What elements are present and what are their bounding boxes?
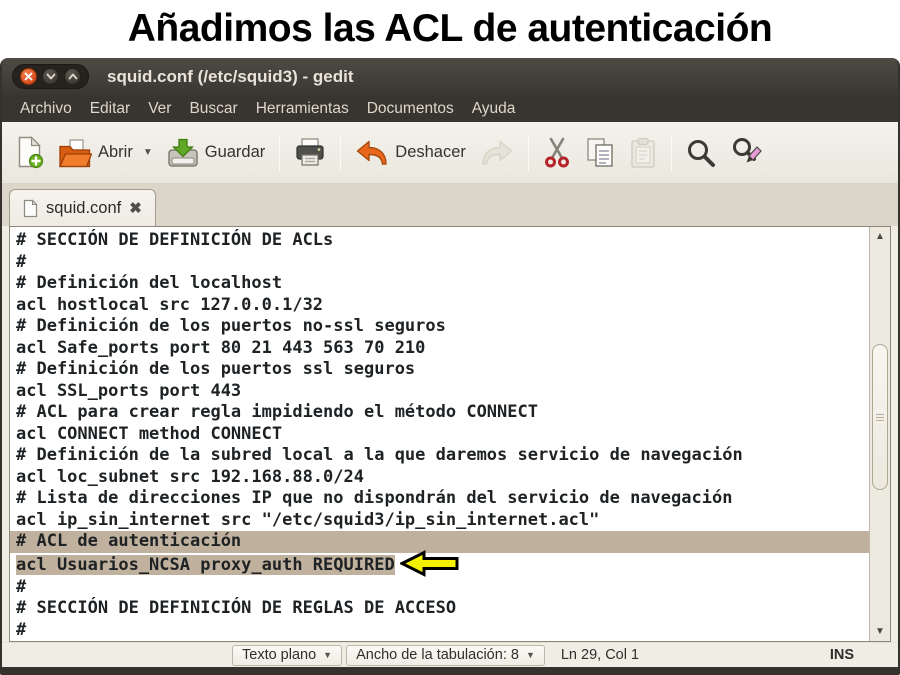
editor-line[interactable]: # (10, 577, 869, 599)
open-folder-icon (58, 138, 92, 168)
tab-squid-conf[interactable]: squid.conf ✖ (9, 189, 156, 226)
toolbar: Abrir ▼ Guardar (2, 122, 898, 183)
save-button[interactable]: Guardar (160, 133, 273, 173)
editor-line[interactable]: # Definición de los puertos ssl seguros (10, 359, 869, 381)
editor-area: # SECCIÓN DE DEFINICIÓN DE ACLs # # Defi… (2, 226, 898, 642)
toolbar-separator (340, 135, 341, 171)
open-dropdown-icon[interactable]: ▼ (143, 147, 153, 158)
tab-width-label: Ancho de la tabulación: 8 (356, 647, 519, 663)
paste-clipboard-icon (629, 137, 657, 169)
scrollbar-grip (876, 414, 884, 415)
cut-scissors-icon (543, 137, 571, 168)
close-window-icon[interactable] (20, 68, 37, 85)
print-button[interactable] (287, 133, 333, 172)
slide-title: Añadimos las ACL de autenticación (0, 0, 900, 58)
chevron-down-icon: ▼ (526, 650, 535, 660)
chevron-down-icon: ▼ (323, 650, 332, 660)
tab-label: squid.conf (46, 199, 121, 218)
new-document-icon (17, 136, 44, 169)
open-button[interactable]: Abrir ▼ (51, 134, 160, 172)
menu-editar[interactable]: Editar (81, 100, 140, 118)
slide: Añadimos las ACL de autenticación squid.… (0, 0, 900, 675)
text-editor[interactable]: # SECCIÓN DE DEFINICIÓN DE ACLs # # Defi… (10, 227, 869, 641)
editor-line[interactable]: # Definición de los puertos no-ssl segur… (10, 316, 869, 338)
scrollbar-grip (876, 417, 884, 418)
redo-button[interactable] (473, 134, 521, 172)
paste-button[interactable] (622, 133, 664, 173)
highlighted-text: acl Usuarios_NCSA proxy_auth REQUIRED (16, 555, 395, 575)
print-icon (294, 137, 326, 168)
editor-line[interactable]: acl SSL_ports port 443 (10, 381, 869, 403)
scrollbar-grip (876, 420, 884, 421)
window-controls (12, 64, 89, 89)
editor-line[interactable]: # SECCIÓN DE DEFINICIÓN DE REGLAS DE ACC… (10, 598, 869, 620)
toolbar-separator (671, 135, 672, 171)
undo-button-label: Deshacer (395, 143, 466, 162)
window-title: squid.conf (/etc/squid3) - gedit (107, 67, 354, 87)
gedit-window: squid.conf (/etc/squid3) - gedit Archivo… (0, 58, 900, 675)
window-titlebar[interactable]: squid.conf (/etc/squid3) - gedit (2, 58, 898, 95)
editor-frame: # SECCIÓN DE DEFINICIÓN DE ACLs # # Defi… (9, 226, 891, 642)
menu-archivo[interactable]: Archivo (11, 100, 81, 118)
undo-icon (355, 138, 389, 168)
search-replace-icon (730, 137, 763, 169)
editor-line[interactable]: acl ip_sin_internet src "/etc/squid3/ip_… (10, 510, 869, 532)
status-bar: Texto plano ▼ Ancho de la tabulación: 8 … (2, 642, 898, 667)
language-mode-dropdown[interactable]: Texto plano ▼ (232, 645, 342, 666)
search-replace-button[interactable] (723, 133, 770, 173)
editor-line[interactable]: acl loc_subnet src 192.168.88.0/24 (10, 467, 869, 489)
menu-documentos[interactable]: Documentos (358, 100, 463, 118)
menu-ayuda[interactable]: Ayuda (463, 100, 525, 118)
scroll-down-icon[interactable]: ▼ (870, 622, 890, 641)
editor-line[interactable]: # Lista de direcciones IP que no dispond… (10, 488, 869, 510)
undo-button[interactable]: Deshacer (348, 134, 473, 172)
editor-line[interactable]: # ACL para crear regla impidiendo el mét… (10, 402, 869, 424)
save-icon (167, 137, 199, 169)
save-button-label: Guardar (205, 143, 266, 162)
editor-line[interactable]: # (10, 620, 869, 642)
search-icon (686, 138, 716, 168)
toolbar-separator (528, 135, 529, 171)
editor-line[interactable]: acl hostlocal src 127.0.0.1/32 (10, 295, 869, 317)
tab-bar: squid.conf ✖ (2, 183, 898, 226)
annotation-left-arrow-icon (400, 550, 460, 577)
editor-line[interactable]: acl CONNECT method CONNECT (10, 424, 869, 446)
new-document-button[interactable] (10, 132, 51, 173)
tab-close-icon[interactable]: ✖ (129, 201, 142, 216)
editor-line-highlighted[interactable]: acl Usuarios_NCSA proxy_auth REQUIRED (10, 553, 869, 577)
open-button-label: Abrir (98, 143, 133, 162)
copy-button[interactable] (578, 133, 622, 173)
editor-line[interactable]: # Definición de la subred local a la que… (10, 445, 869, 467)
vertical-scrollbar[interactable]: ▲ ▼ (869, 227, 890, 641)
editor-line[interactable]: # SECCIÓN DE DEFINICIÓN DE ACLs (10, 230, 869, 252)
minimize-window-icon[interactable] (42, 68, 59, 85)
editor-line[interactable]: acl Safe_ports port 80 21 443 563 70 210 (10, 338, 869, 360)
copy-icon (585, 137, 615, 169)
tab-width-dropdown[interactable]: Ancho de la tabulación: 8 ▼ (346, 645, 545, 666)
input-mode-indicator: INS (830, 647, 854, 663)
search-button[interactable] (679, 134, 723, 172)
scrollbar-thumb[interactable] (872, 344, 888, 491)
toolbar-separator (279, 135, 280, 171)
document-icon (23, 199, 38, 218)
maximize-window-icon[interactable] (64, 68, 81, 85)
editor-line[interactable]: # (10, 252, 869, 274)
menu-buscar[interactable]: Buscar (180, 100, 246, 118)
cut-button[interactable] (536, 133, 578, 172)
menu-herramientas[interactable]: Herramientas (247, 100, 358, 118)
redo-icon (480, 138, 514, 168)
editor-line[interactable]: # Definición del localhost (10, 273, 869, 295)
scrollbar-track[interactable] (872, 246, 888, 622)
language-mode-label: Texto plano (242, 647, 316, 663)
cursor-position: Ln 29, Col 1 (561, 647, 639, 663)
scroll-up-icon[interactable]: ▲ (870, 227, 890, 246)
menu-ver[interactable]: Ver (139, 100, 180, 118)
menu-bar: Archivo Editar Ver Buscar Herramientas D… (2, 95, 898, 122)
